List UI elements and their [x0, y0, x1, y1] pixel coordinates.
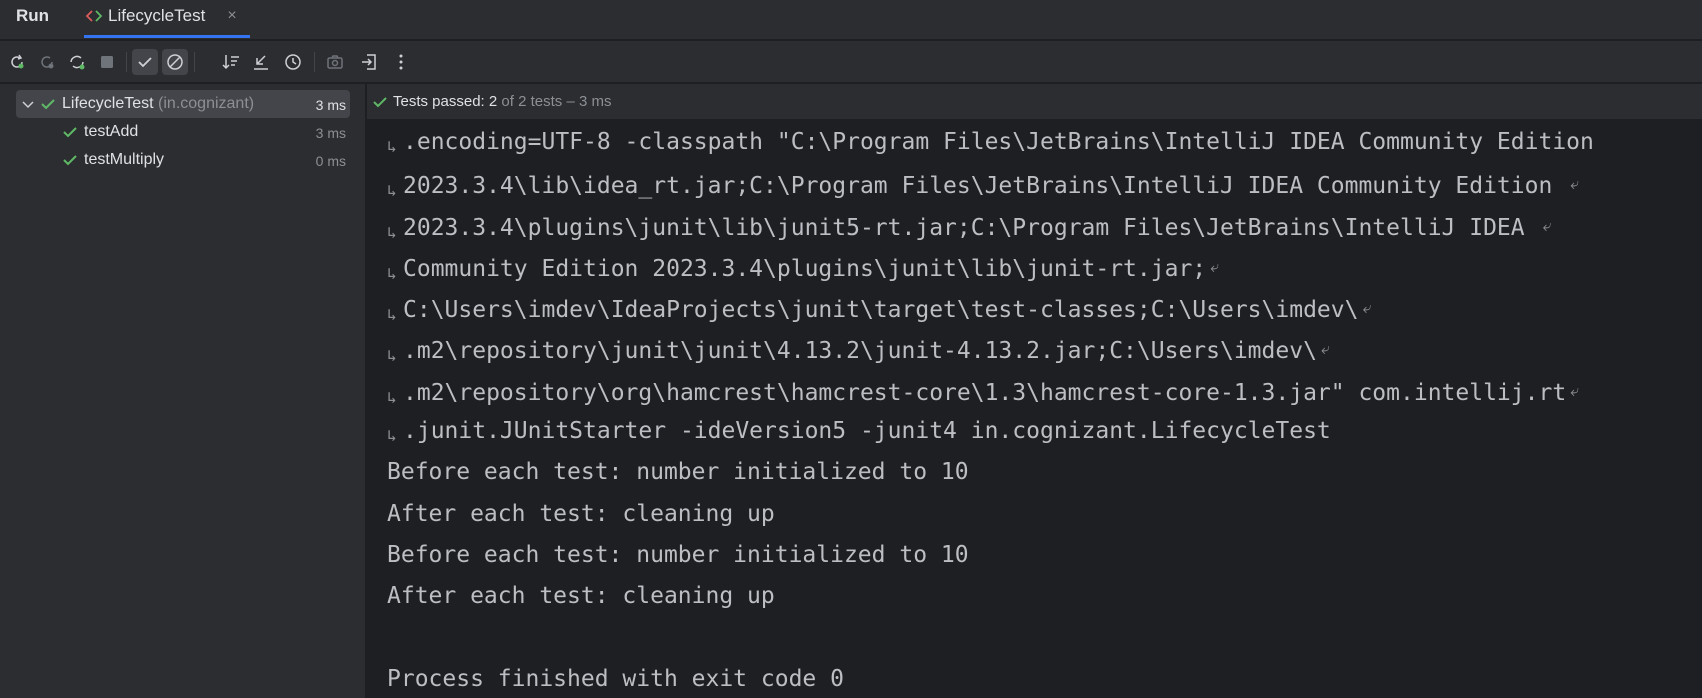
more-icon [399, 54, 403, 70]
soft-wrap-icon: ⤶ [1542, 215, 1552, 235]
console-line-text: Before each test: number initialized to … [387, 459, 969, 486]
console-line-text: .m2\repository\org\hamcrest\hamcrest-cor… [403, 379, 1567, 406]
rerun-failed-button[interactable] [34, 49, 60, 75]
sort-icon [222, 55, 239, 70]
toggle-autotest-icon [70, 55, 85, 70]
console-line-text: .encoding=UTF-8 -classpath "C:\Program F… [403, 129, 1594, 155]
test-class-name: LifecycleTest [62, 95, 154, 112]
console-line-text: Community Edition 2023.3.4\plugins\junit… [403, 255, 1207, 282]
console-line-text: Process finished with exit code 0 [387, 665, 844, 692]
soft-wrap-icon: ⤶ [1320, 339, 1330, 359]
more-button[interactable] [388, 49, 414, 75]
screenshot-button[interactable] [322, 49, 348, 75]
console-line-text: .m2\repository\junit\junit\4.13.2\junit-… [403, 338, 1317, 365]
console-line: Before each test: number initialized to … [387, 535, 1697, 576]
console-line-text: 2023.3.4\plugins\junit\lib\junit5-rt.jar… [403, 214, 1539, 241]
soft-wrap-continuation-icon: ↳ [387, 137, 397, 156]
chevron-down-icon[interactable] [20, 96, 36, 112]
status-summary: of 2 tests – 3 ms [501, 93, 612, 110]
test-method-name: testMultiply [84, 151, 165, 168]
sort-button[interactable] [218, 49, 244, 75]
console-line: After each test: cleaning up [387, 576, 1697, 617]
toolbar-separator [194, 52, 195, 72]
console-line: ↳ .encoding=UTF-8 -classpath "C:\Program … [387, 122, 1697, 163]
stop-icon [101, 56, 113, 68]
test-run-config-icon [84, 6, 104, 26]
console-line-text: 2023.3.4\lib\idea_rt.jar;C:\Program File… [403, 173, 1567, 200]
toolbar-separator [126, 52, 127, 72]
screenshot-icon [327, 55, 343, 69]
console-lines: ↳ .encoding=UTF-8 -classpath "C:\Program … [387, 122, 1697, 698]
console-line: After each test: cleaning up [387, 494, 1697, 535]
console-line-text: After each test: cleaning up [387, 583, 775, 610]
console-line: ↳ 2023.3.4\plugins\junit\lib\junit5-rt.ja… [387, 205, 1697, 246]
export-icon [362, 54, 376, 70]
test-results-tree: LifecycleTest (in.cognizant) 3 ms testAd… [0, 84, 366, 698]
tree-node-lifecycletest[interactable]: LifecycleTest (in.cognizant) 3 ms [16, 90, 350, 118]
collapse-icon [254, 55, 268, 70]
history-button[interactable] [280, 49, 306, 75]
tree-node-label: LifecycleTest (in.cognizant) [62, 95, 254, 113]
test-duration: 3 ms [315, 97, 346, 113]
passed-check-icon [62, 152, 78, 168]
soft-wrap-icon: ⤶ [1210, 256, 1220, 276]
rerun-failed-icon [41, 56, 54, 69]
console-line: ↳ .m2\repository\org\hamcrest\hamcrest-co… [387, 370, 1697, 411]
tab-lifecycletest[interactable]: LifecycleTest × [84, 0, 250, 40]
test-duration: 3 ms [315, 125, 346, 141]
test-status-bar: Tests passed: 2 of 2 tests – 3 ms [367, 84, 1702, 120]
toolbar-separator [314, 52, 315, 72]
status-label: Tests passed: [393, 93, 485, 110]
passed-check-icon [372, 94, 388, 110]
console-output[interactable]: Tests passed: 2 of 2 tests – 3 ms ↳ .enco… [367, 84, 1702, 698]
console-line-text: .junit.JUnitStarter -ideVersion5 -junit4… [403, 418, 1331, 445]
console-line: ↳ .junit.JUnitStarter -ideVersion5 -junit… [387, 411, 1697, 452]
soft-wrap-icon: ⤶ [1362, 298, 1372, 318]
console-line: ↳ 2023.3.4\lib\idea_rt.jar;C:\Program Fil… [387, 163, 1697, 204]
console-line: ↳ Community Edition 2023.3.4\plugins\juni… [387, 246, 1697, 287]
test-status-text: Tests passed: 2 of 2 tests – 3 ms [393, 93, 611, 111]
tree-node-testadd[interactable]: testAdd 3 ms [16, 118, 350, 146]
tab-selected-indicator [84, 35, 250, 38]
soft-wrap-continuation-icon: ↳ [387, 426, 397, 446]
passed-check-icon [62, 124, 78, 140]
export-button[interactable] [356, 49, 382, 75]
show-passed-button[interactable] [132, 49, 158, 75]
console-line: ↳ C:\Users\imdev\IdeaProjects\junit\targe… [387, 287, 1697, 328]
console-line: ↳ .m2\repository\junit\junit\4.13.2\junit… [387, 328, 1697, 369]
tree-node-testmultiply[interactable]: testMultiply 0 ms [16, 146, 350, 174]
rerun-icon [11, 54, 24, 69]
soft-wrap-icon: ⤶ [1570, 174, 1580, 194]
stop-button[interactable] [94, 49, 120, 75]
console-line-text: C:\Users\imdev\IdeaProjects\junit\target… [403, 297, 1359, 324]
toggle-autotest-button[interactable] [64, 49, 90, 75]
close-icon[interactable]: × [224, 6, 240, 26]
console-line-text: Before each test: number initialized to … [387, 541, 969, 568]
run-toolbar [0, 41, 1702, 83]
show-passed-icon [138, 57, 152, 68]
test-duration: 0 ms [315, 153, 346, 169]
collapse-button[interactable] [248, 49, 274, 75]
passed-count: 2 [488, 93, 498, 110]
tool-window-tabbar: Run LifecycleTest × [0, 0, 1702, 40]
rerun-button[interactable] [4, 49, 30, 75]
history-icon [285, 54, 301, 70]
show-ignored-button[interactable] [162, 49, 188, 75]
passed-check-icon [40, 96, 56, 112]
show-ignored-icon [167, 54, 183, 70]
run-tool-window-title: Run [16, 6, 50, 25]
console-line-text: After each test: cleaning up [387, 500, 775, 527]
soft-wrap-icon: ⤶ [1570, 380, 1580, 400]
console-line: Process finished with exit code 0 [387, 659, 1697, 698]
tab-label: LifecycleTest [108, 6, 206, 25]
console-line: Before each test: number initialized to … [387, 452, 1697, 493]
test-method-name: testAdd [84, 123, 139, 140]
test-package-name: (in.cognizant) [158, 95, 255, 112]
